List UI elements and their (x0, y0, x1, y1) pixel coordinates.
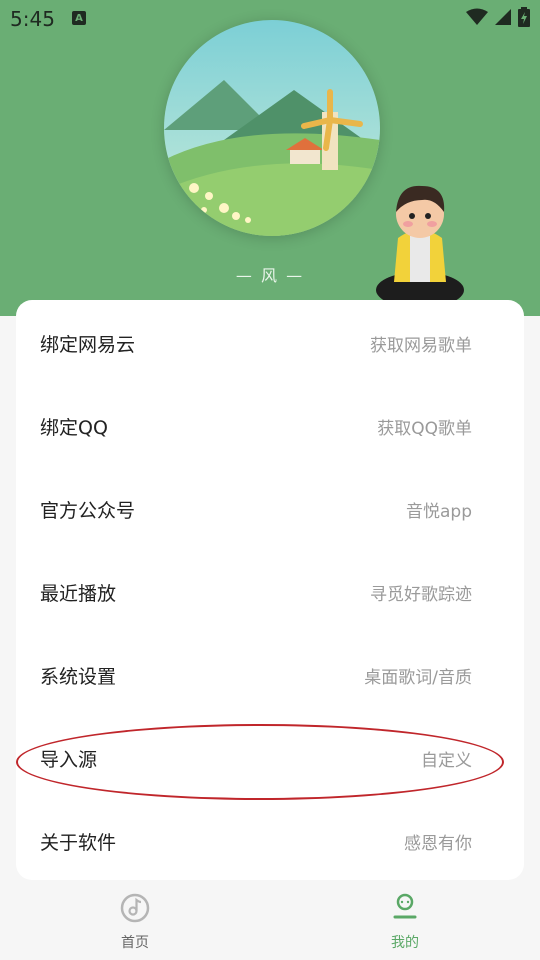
menu-item-bind-qq[interactable]: 绑定QQ 获取QQ歌单 (16, 385, 524, 468)
tab-mine[interactable]: 我的 (345, 892, 465, 952)
menu-item-subtitle: 获取QQ歌单 (377, 419, 472, 439)
menu-item-title: 最近播放 (40, 583, 117, 605)
cover-illustration (164, 20, 380, 236)
menu-item-title: 关于软件 (40, 832, 117, 854)
menu-item-title: 绑定QQ (40, 417, 108, 439)
status-icons (466, 7, 530, 27)
battery-charging-icon (518, 7, 530, 27)
menu-card: 绑定网易云 获取网易歌单 绑定QQ 获取QQ歌单 官方公众号 音悦app 最近播… (16, 300, 524, 880)
menu-item-subtitle: 寻觅好歌踪迹 (370, 585, 472, 605)
tab-mine-label: 我的 (391, 935, 419, 951)
menu-item-title: 绑定网易云 (40, 334, 136, 356)
notification-icon: A (72, 11, 86, 25)
menu-item-bind-netease[interactable]: 绑定网易云 获取网易歌单 (16, 302, 524, 385)
menu-item-title: 系统设置 (40, 666, 117, 688)
tab-home[interactable]: 首页 (75, 892, 195, 952)
menu-item-system-settings[interactable]: 系统设置 桌面歌词/音质 (16, 634, 524, 717)
tab-home-label: 首页 (121, 935, 149, 951)
menu-item-title: 官方公众号 (40, 500, 136, 522)
menu-item-recent-plays[interactable]: 最近播放 寻觅好歌踪迹 (16, 551, 524, 634)
status-time: 5:45 (10, 7, 55, 31)
menu-item-import-source[interactable]: 导入源 自定义 (16, 717, 524, 800)
menu-item-title: 导入源 (40, 749, 98, 771)
profile-icon (393, 893, 417, 919)
menu-item-subtitle: 桌面歌词/音质 (364, 668, 472, 688)
menu-item-subtitle: 感恩有你 (404, 834, 472, 854)
wifi-icon (466, 8, 488, 25)
menu-item-subtitle: 自定义 (421, 751, 472, 771)
menu-item-official-account[interactable]: 官方公众号 音悦app (16, 468, 524, 551)
windmill-landscape-illustration (164, 20, 380, 236)
music-disc-icon (120, 893, 150, 923)
menu-item-subtitle: 获取网易歌单 (370, 336, 472, 356)
signal-icon (495, 9, 511, 25)
menu-item-about[interactable]: 关于软件 感恩有你 (16, 800, 524, 883)
menu-item-subtitle: 音悦app (406, 502, 472, 522)
bottom-nav: 首页 我的 (0, 880, 540, 960)
